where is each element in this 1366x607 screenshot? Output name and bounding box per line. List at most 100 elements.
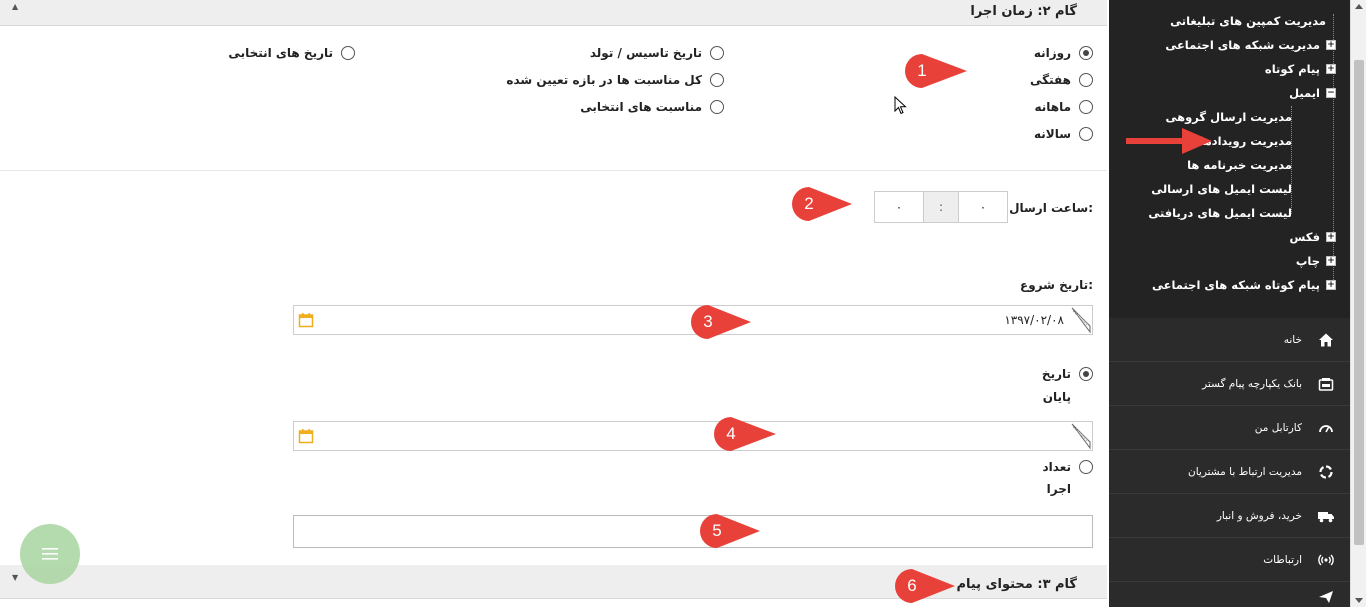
callout-5: 5	[698, 512, 762, 550]
main-content: ▲ گام ۲: زمان اجرا روزانه هفتگی ماهانه س…	[0, 0, 1109, 607]
radio-selected-occasions-label: مناسبت های انتخابی	[580, 100, 702, 114]
expand-plus-icon[interactable]: +	[1326, 256, 1336, 266]
radio-selected-dates-button[interactable]	[341, 46, 355, 60]
radio-birthday-button[interactable]	[710, 46, 724, 60]
scroll-down-icon[interactable]	[1355, 598, 1363, 603]
radio-end-date-button[interactable]	[1079, 367, 1093, 381]
radio-daily-button[interactable]	[1079, 46, 1093, 60]
tree-item-received-emails[interactable]: لیست ایمیل های دریافتی	[1148, 203, 1292, 223]
callout-3-number: 3	[703, 312, 712, 331]
calendar-icon[interactable]	[298, 428, 314, 444]
start-date-value: ۱۳۹۷/۰۲/۰۸	[1004, 313, 1064, 327]
tree-item-fax[interactable]: فکس +	[1290, 227, 1336, 247]
tree-item-social-sms[interactable]: پیام کوتاه شبکه های اجتماعی +	[1152, 275, 1336, 295]
tree-item-newsletters[interactable]: مدیریت خبرنامه ها	[1187, 155, 1292, 175]
menu-item-crm[interactable]: مدیریت ارتباط با مشتریان	[1109, 450, 1350, 494]
callout-6: 6	[893, 567, 957, 605]
expand-plus-icon[interactable]: +	[1326, 40, 1336, 50]
tree-item-sent-emails[interactable]: لیست ایمیل های ارسالی	[1151, 179, 1292, 199]
radio-birthday-label: تاریخ تاسیس / تولد	[589, 46, 702, 60]
field-corner-icon	[1071, 307, 1091, 334]
end-date-input[interactable]	[293, 421, 1093, 451]
bank-icon	[1316, 374, 1336, 394]
tree-item-print[interactable]: چاپ +	[1296, 251, 1336, 271]
sidebar-menu: خانه بانک یکپارچه پیام گستر کارتابل من م…	[1109, 318, 1350, 607]
radio-selected-dates-label: تاریخ های انتخابی	[228, 46, 333, 60]
home-icon	[1316, 330, 1336, 350]
menu-item-more[interactable]	[1109, 582, 1350, 607]
send-time-hour-input[interactable]: ۰	[958, 191, 1008, 223]
tree-item-social-networks[interactable]: مدیریت شبکه های اجتماعی +	[1165, 35, 1336, 55]
end-date-label-2: پایان	[1042, 390, 1071, 404]
menu-item-cartable[interactable]: کارتابل من	[1109, 406, 1350, 450]
radio-yearly-button[interactable]	[1079, 127, 1093, 141]
step3-title: گام ۳: محتوای پیام	[956, 577, 1077, 592]
radio-count[interactable]: تعداد	[1043, 458, 1093, 476]
callout-1: 1	[903, 52, 969, 90]
radio-selected-dates[interactable]: تاریخ های انتخابی	[228, 44, 355, 62]
floating-menu-button[interactable]	[20, 524, 80, 584]
menu-item-home[interactable]: خانه	[1109, 318, 1350, 362]
menu-item-bank[interactable]: بانک یکپارچه پیام گستر	[1109, 362, 1350, 406]
callout-2-number: 2	[804, 194, 813, 213]
vertical-scrollbar[interactable]	[1350, 0, 1366, 607]
callout-6-number: 6	[907, 576, 916, 595]
callout-2: 2	[790, 185, 854, 223]
crm-icon	[1316, 462, 1336, 482]
radio-selected-occasions[interactable]: مناسبت های انتخابی	[580, 98, 724, 116]
start-date-label: تاریخ شروع:	[1020, 278, 1093, 292]
tree-item-sms[interactable]: پیام کوتاه +	[1265, 59, 1336, 79]
radio-monthly-button[interactable]	[1079, 100, 1093, 114]
count-label: تعداد	[1042, 460, 1071, 474]
sidebar-tree: مدیریت کمپین های تبلیغاتی مدیریت شبکه ها…	[1109, 0, 1350, 318]
scrollbar-thumb[interactable]	[1354, 60, 1364, 545]
menu-item-communications[interactable]: ارتباطات	[1109, 538, 1350, 582]
callout-4: 4	[712, 415, 778, 453]
expand-plus-icon[interactable]: +	[1326, 232, 1336, 242]
expand-plus-icon[interactable]: +	[1326, 280, 1336, 290]
mouse-cursor-icon	[894, 96, 907, 115]
section-divider	[0, 170, 1107, 171]
send-time-minute-input[interactable]: ۰	[874, 191, 924, 223]
callout-3: 3	[689, 303, 753, 341]
radio-yearly[interactable]: سالانه	[1034, 125, 1093, 143]
truck-icon	[1316, 506, 1336, 526]
radio-all-occasions[interactable]: کل مناسبت ها در بازه تعیین شده	[506, 71, 724, 89]
pointer-arrow-icon	[1126, 128, 1212, 154]
menu-item-sales[interactable]: خرید، فروش و انبار	[1109, 494, 1350, 538]
radio-all-occasions-label: کل مناسبت ها در بازه تعیین شده	[506, 73, 702, 87]
radio-monthly[interactable]: ماهانه	[1034, 98, 1093, 116]
callout-4-number: 4	[726, 424, 735, 443]
end-date-label: تاریخ	[1041, 367, 1071, 381]
calendar-icon[interactable]	[298, 312, 314, 328]
radio-weekly-button[interactable]	[1079, 73, 1093, 87]
radio-selected-occasions-button[interactable]	[710, 100, 724, 114]
radio-weekly[interactable]: هفتگی	[1030, 71, 1093, 89]
sidebar: مدیریت کمپین های تبلیغاتی مدیریت شبکه ها…	[1109, 0, 1350, 607]
radio-daily[interactable]: روزانه	[1034, 44, 1093, 62]
expand-caret-icon[interactable]: ▼	[12, 573, 18, 582]
expand-plus-icon[interactable]: +	[1326, 64, 1336, 74]
step2-title: گام ۲: زمان اجرا	[970, 4, 1077, 19]
step2-header[interactable]: ▲ گام ۲: زمان اجرا	[0, 0, 1107, 26]
field-corner-icon	[1071, 423, 1091, 450]
collapse-caret-icon[interactable]: ▲	[12, 2, 18, 11]
radio-end-date[interactable]: تاریخ	[1042, 365, 1093, 383]
broadcast-icon	[1316, 550, 1336, 570]
radio-yearly-label: سالانه	[1033, 127, 1071, 141]
scroll-up-icon[interactable]	[1355, 4, 1363, 9]
radio-all-occasions-button[interactable]	[710, 73, 724, 87]
tree-item-group-send[interactable]: مدیریت ارسال گروهی	[1166, 107, 1293, 127]
tree-item-email[interactable]: ایمیل −	[1289, 83, 1336, 103]
radio-daily-label: روزانه	[1033, 46, 1071, 60]
radio-birthday[interactable]: تاریخ تاسیس / تولد	[590, 44, 724, 62]
radio-weekly-label: هفتگی	[1030, 73, 1071, 87]
tree-item-campaigns[interactable]: مدیریت کمپین های تبلیغاتی	[1170, 11, 1326, 31]
dashboard-icon	[1316, 418, 1336, 438]
radio-count-button[interactable]	[1079, 460, 1093, 474]
count-input[interactable]	[293, 515, 1093, 548]
radio-monthly-label: ماهانه	[1034, 100, 1071, 114]
count-label-2: اجرا	[1046, 482, 1071, 496]
collapse-minus-icon[interactable]: −	[1326, 88, 1336, 98]
send-icon	[1316, 587, 1336, 607]
